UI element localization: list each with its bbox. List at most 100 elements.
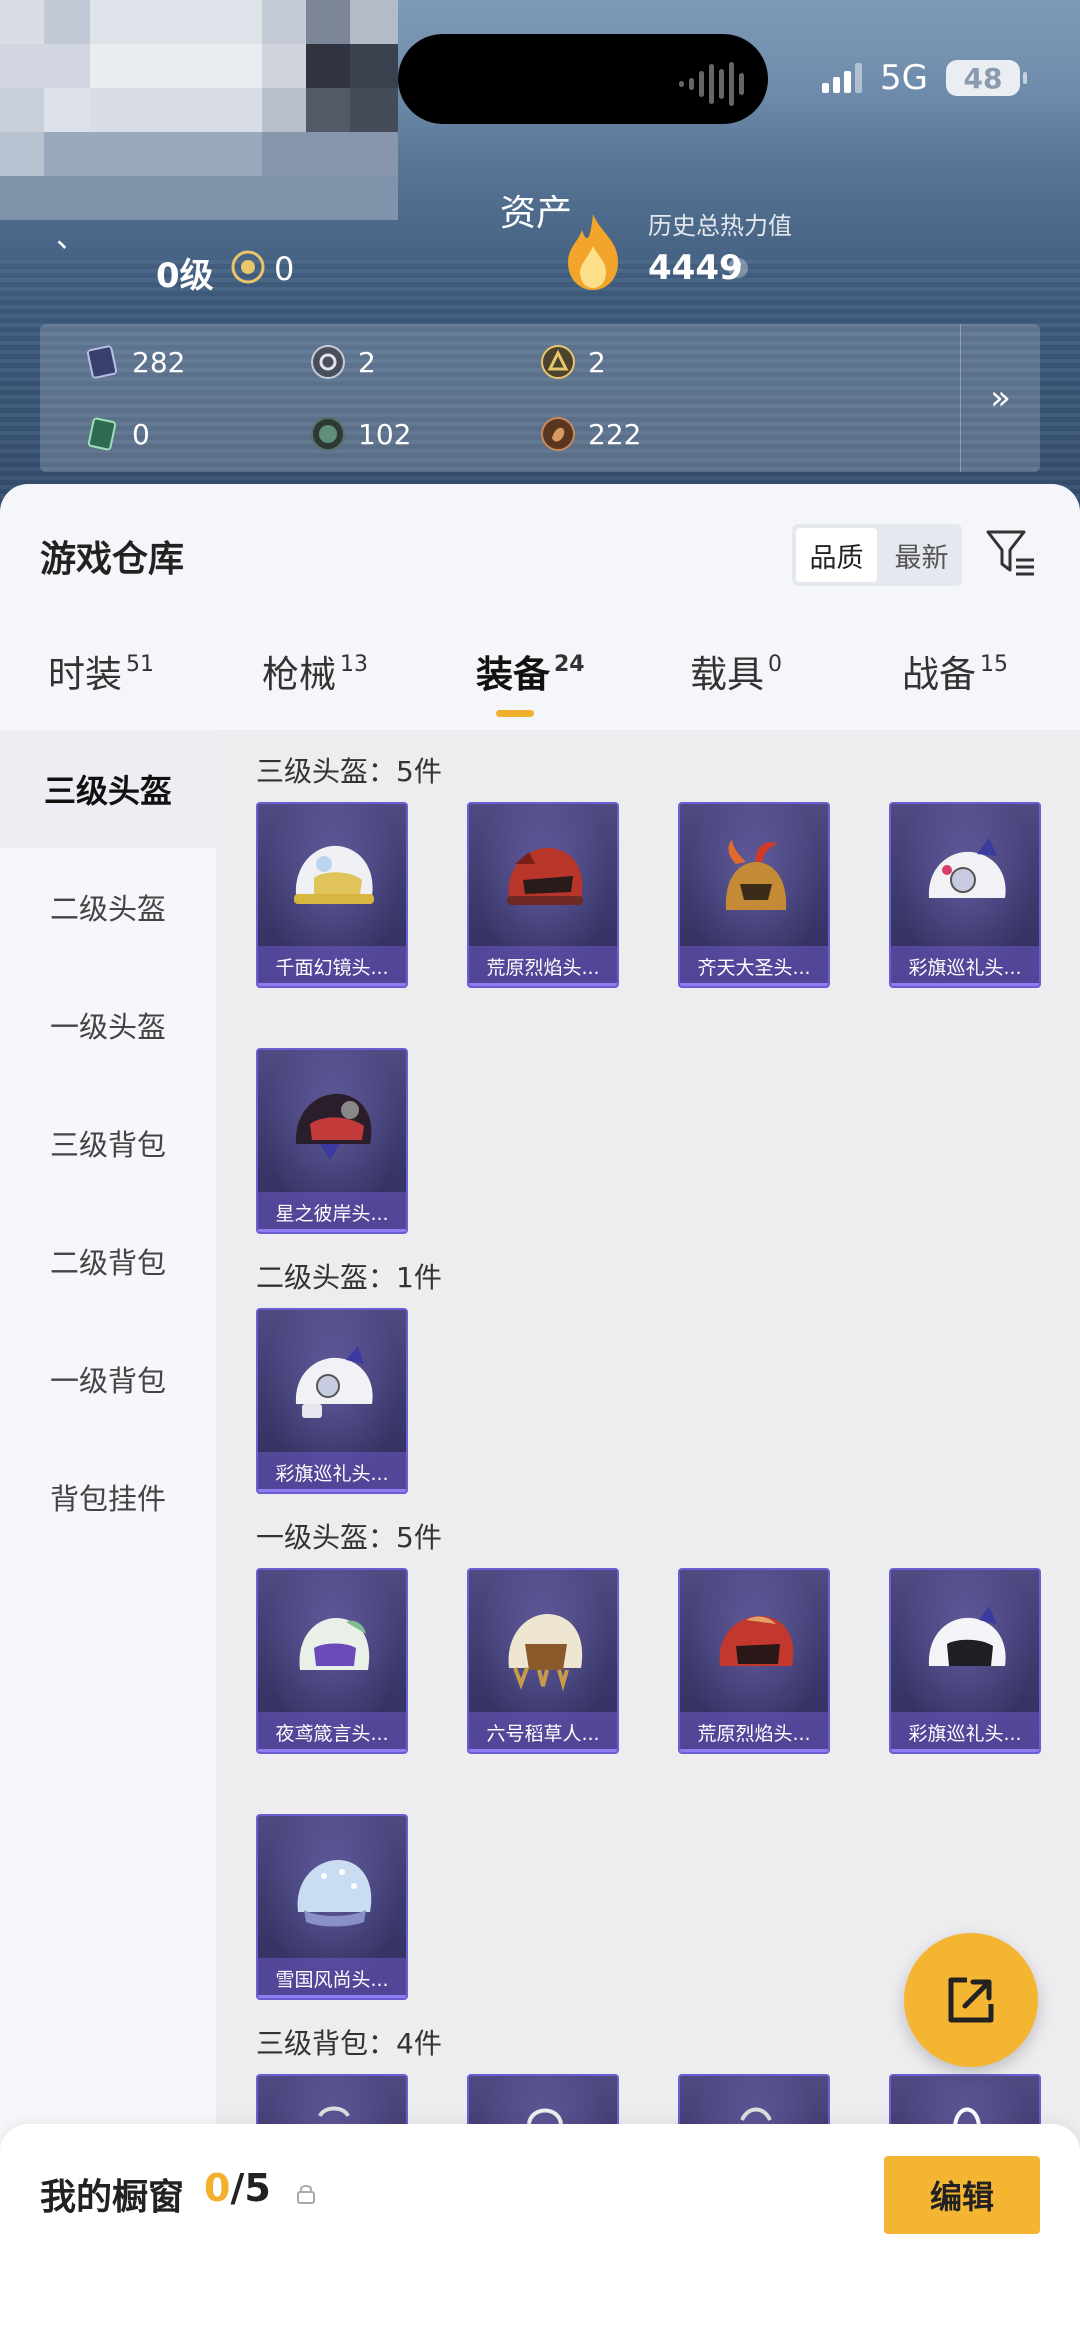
item-card[interactable]: 雪国风尚头...	[256, 1814, 408, 2000]
rarity-bar	[891, 983, 1039, 986]
helmet-icon	[299, 1618, 370, 1670]
section-title: 三级背包：4件	[256, 2027, 442, 2060]
heat-label: 历史总热力值	[648, 212, 792, 240]
help-icon[interactable]: ?	[728, 258, 748, 278]
tab-label: 枪械	[262, 653, 336, 696]
tab-count: 13	[340, 652, 368, 677]
helmet-icon	[507, 847, 583, 905]
dynamic-island	[398, 34, 768, 124]
item-name: 彩旗巡礼头...	[891, 1712, 1039, 1752]
audio-wave-icon	[679, 62, 744, 106]
share-button[interactable]	[904, 1933, 1038, 2067]
item-name: 星之彼岸头...	[258, 1192, 406, 1232]
section-title: 二级头盔：1件	[256, 1261, 442, 1294]
sort-quality-button[interactable]: 品质	[796, 528, 877, 582]
sidebar-item-level2-backpack[interactable]: 二级背包	[0, 1202, 216, 1320]
sort-newest-button[interactable]: 最新	[881, 524, 962, 586]
sidebar: 三级头盔 二级头盔 一级头盔 三级背包 二级背包 一级背包 背包挂件	[0, 730, 216, 2347]
showcase-title: 我的橱窗	[40, 2177, 185, 2218]
helmet-icon	[297, 1860, 372, 1927]
card-icon	[86, 345, 118, 379]
warehouse-title: 游戏仓库	[40, 539, 185, 580]
double-chevron-right-icon[interactable]: »	[960, 324, 1040, 472]
silver-coin-icon	[311, 345, 345, 379]
rarity-bar	[258, 1489, 406, 1492]
item-card[interactable]: 荒原烈焰头...	[467, 802, 619, 988]
tab-equipment[interactable]: 装备 24	[476, 644, 585, 698]
sort-toggle: 品质 最新	[792, 524, 962, 586]
tab-weapons[interactable]: 枪械 13	[262, 644, 368, 698]
helmet-icon	[928, 1606, 1006, 1666]
status-bar: 5G 48	[822, 58, 1027, 98]
item-card[interactable]: 彩旗巡礼头...	[889, 1568, 1041, 1754]
player-level: 0级	[156, 256, 214, 296]
sidebar-item-level3-backpack[interactable]: 三级背包	[0, 1084, 216, 1202]
back-icon[interactable]: 、	[56, 212, 86, 256]
signal-icon	[822, 63, 863, 93]
item-card[interactable]: 荒原烈焰头...	[678, 1568, 830, 1754]
tab-count: 15	[980, 652, 1008, 677]
rank-badge-icon	[231, 250, 265, 284]
green-orb-icon	[311, 417, 345, 451]
blurred-avatar-area	[0, 0, 398, 220]
helmet-icon	[508, 1614, 583, 1692]
rarity-bar	[258, 1995, 406, 1998]
showcase-count: 0/5	[204, 2166, 271, 2210]
showcase-bar: 我的橱窗 0/5 编辑	[0, 2124, 1080, 2347]
sidebar-item-level1-helmet[interactable]: 一级头盔	[0, 966, 216, 1084]
asset-item: 222	[540, 416, 641, 452]
edit-button[interactable]: 编辑	[884, 2156, 1040, 2234]
sidebar-item-level1-backpack[interactable]: 一级背包	[0, 1320, 216, 1438]
section-title: 三级头盔：5件	[256, 755, 442, 788]
asset-value: 2	[358, 345, 376, 379]
network-label: 5G	[880, 58, 928, 98]
rarity-bar	[680, 983, 828, 986]
item-card[interactable]: 彩旗巡礼头...	[256, 1308, 408, 1494]
assets-panel: 282 2 2 0 102 222 »	[40, 324, 1040, 472]
rarity-bar	[891, 1749, 1039, 1752]
tab-fashion[interactable]: 时装 51	[48, 644, 154, 698]
sidebar-item-level2-helmet[interactable]: 二级头盔	[0, 848, 216, 966]
item-name: 彩旗巡礼头...	[258, 1452, 406, 1492]
item-card[interactable]: 齐天大圣头...	[678, 802, 830, 988]
asset-item: 102	[310, 416, 411, 452]
rarity-bar	[258, 1229, 406, 1232]
warehouse-panel: 游戏仓库 品质 最新 时装 51 枪械 13 装备 24 载具 0 战备 15 三级头盔 …	[0, 484, 1080, 2347]
asset-value: 222	[588, 417, 642, 451]
showcase-current: 0	[204, 2166, 231, 2210]
helmet-icon	[725, 840, 787, 910]
item-card[interactable]: 星之彼岸头...	[256, 1048, 408, 1234]
rarity-bar	[469, 983, 617, 986]
asset-item: 0	[84, 416, 150, 452]
asset-value: 0	[132, 417, 150, 451]
helmet-icon	[295, 1093, 372, 1160]
item-grid: 三级头盔：5件 千面幻镜头... 荒原烈焰头... 齐天大圣头... 彩旗巡礼头…	[216, 730, 1080, 2347]
tab-vehicles[interactable]: 载具 0	[690, 644, 782, 698]
tab-label: 时装	[48, 653, 122, 696]
section-title: 一级头盔：5件	[256, 1521, 442, 1554]
showcase-total: /5	[230, 2166, 271, 2210]
rarity-bar	[258, 983, 406, 986]
tab-label: 战备	[902, 653, 976, 696]
category-tabs: 时装 51 枪械 13 装备 24 载具 0 战备 15	[0, 644, 1080, 724]
gold-coin-icon	[541, 345, 575, 379]
sidebar-item-backpack-charm[interactable]: 背包挂件	[0, 1438, 216, 1556]
rarity-bar	[680, 1749, 828, 1752]
item-name: 雪国风尚头...	[258, 1958, 406, 1998]
item-card[interactable]: 千面幻镜头...	[256, 802, 408, 988]
item-card[interactable]: 彩旗巡礼头...	[889, 802, 1041, 988]
active-tab-indicator	[496, 710, 534, 717]
tab-supplies[interactable]: 战备 15	[902, 644, 1008, 698]
filter-icon[interactable]	[984, 526, 1038, 580]
share-icon	[948, 1977, 994, 2023]
helmet-icon	[294, 845, 374, 904]
sidebar-item-level3-helmet[interactable]: 三级头盔	[0, 730, 216, 848]
item-name: 荒原烈焰头...	[680, 1712, 828, 1752]
tab-label: 载具	[690, 653, 764, 696]
item-card[interactable]: 六号稻草人...	[467, 1568, 619, 1754]
lock-icon	[297, 2185, 315, 2204]
rarity-bar	[258, 1749, 406, 1752]
item-card[interactable]: 夜鸢箴言头...	[256, 1568, 408, 1754]
asset-value: 282	[132, 345, 186, 379]
bronze-coin-icon	[541, 417, 575, 451]
